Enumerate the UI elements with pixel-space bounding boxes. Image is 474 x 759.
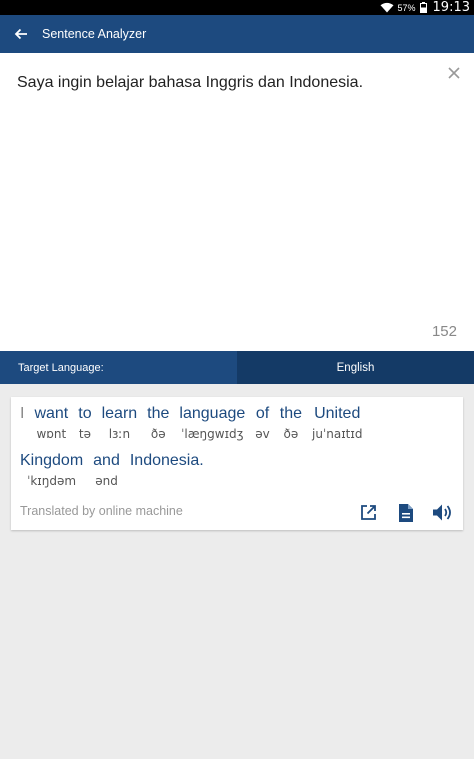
word-token[interactable]: United juˈnaɪtɪd xyxy=(312,405,362,441)
word-text: want xyxy=(34,405,69,422)
back-button[interactable] xyxy=(0,15,42,53)
battery-percent: 57% xyxy=(397,2,416,13)
document-button[interactable] xyxy=(393,500,418,525)
word-ipa: ˈlæŋgwɪdʒ xyxy=(181,427,244,441)
word-token[interactable]: and ənd xyxy=(93,452,120,488)
word-token[interactable]: Indonesia. xyxy=(130,452,204,474)
wifi-icon xyxy=(380,2,394,13)
open-external-button[interactable] xyxy=(356,500,381,525)
word-ipa: ənd xyxy=(95,474,118,488)
open-external-icon xyxy=(361,505,376,520)
clear-button[interactable] xyxy=(446,65,462,81)
word-token[interactable]: want wɒnt xyxy=(34,405,68,441)
sentence-input-area[interactable]: Saya ingin belajar bahasa Inggris dan In… xyxy=(0,53,474,351)
close-icon xyxy=(448,67,460,79)
word-token[interactable]: learn lɜːn xyxy=(102,405,138,441)
card-actions xyxy=(356,500,455,525)
result-line: I want wɒnt to tə learn lɜːn the ðə lang… xyxy=(20,405,372,441)
target-language-select[interactable]: English xyxy=(237,351,474,384)
word-text: Indonesia. xyxy=(129,452,204,469)
word-ipa: lɜːn xyxy=(108,427,131,441)
document-icon xyxy=(398,503,413,522)
word-text: I xyxy=(20,405,25,422)
word-text: Kingdom xyxy=(20,452,84,469)
word-token: I xyxy=(20,405,24,427)
clock: 19:13 xyxy=(432,0,470,15)
battery-icon xyxy=(419,2,427,13)
arrow-left-icon xyxy=(14,28,27,40)
target-language-label: Target Language: xyxy=(0,351,237,384)
target-language-bar: Target Language: English xyxy=(0,351,474,384)
page-title: Sentence Analyzer xyxy=(42,27,147,41)
word-token[interactable]: the ðə xyxy=(280,405,302,441)
word-ipa: ˈkɪŋdəm xyxy=(27,474,77,488)
word-ipa: ðə xyxy=(283,427,299,441)
app-bar: Sentence Analyzer xyxy=(0,15,474,53)
word-token[interactable]: to tə xyxy=(78,405,91,441)
status-bar: 57% 19:13 xyxy=(0,0,474,15)
word-text: the xyxy=(147,405,170,422)
word-token[interactable]: Kingdom ˈkɪŋdəm xyxy=(20,452,83,488)
word-ipa: əv xyxy=(255,427,270,441)
translation-result-card: I want wɒnt to tə learn lɜːn the ðə lang… xyxy=(11,397,463,530)
word-text: the xyxy=(279,405,302,422)
speaker-icon xyxy=(433,504,451,521)
word-ipa: tə xyxy=(78,427,91,441)
sentence-input[interactable]: Saya ingin belajar bahasa Inggris dan In… xyxy=(17,73,437,93)
word-text: of xyxy=(255,405,270,422)
translated-by-label: Translated by online machine xyxy=(20,504,183,518)
word-text: and xyxy=(93,452,120,469)
word-ipa: wɒnt xyxy=(36,427,67,441)
word-token[interactable]: language ˈlæŋgwɪdʒ xyxy=(179,405,245,441)
result-line: Kingdom ˈkɪŋdəm and ənd Indonesia. xyxy=(20,452,214,488)
word-ipa: juˈnaɪtɪd xyxy=(312,427,363,441)
word-text: learn xyxy=(101,405,138,422)
word-ipa: ðə xyxy=(150,427,166,441)
word-token[interactable]: of əv xyxy=(255,405,269,441)
character-count: 152 xyxy=(431,323,457,340)
speaker-button[interactable] xyxy=(430,500,455,525)
word-text: language xyxy=(179,405,246,422)
word-token[interactable]: the ðə xyxy=(147,405,169,441)
word-text: to xyxy=(78,405,92,422)
word-text: United xyxy=(314,405,361,422)
